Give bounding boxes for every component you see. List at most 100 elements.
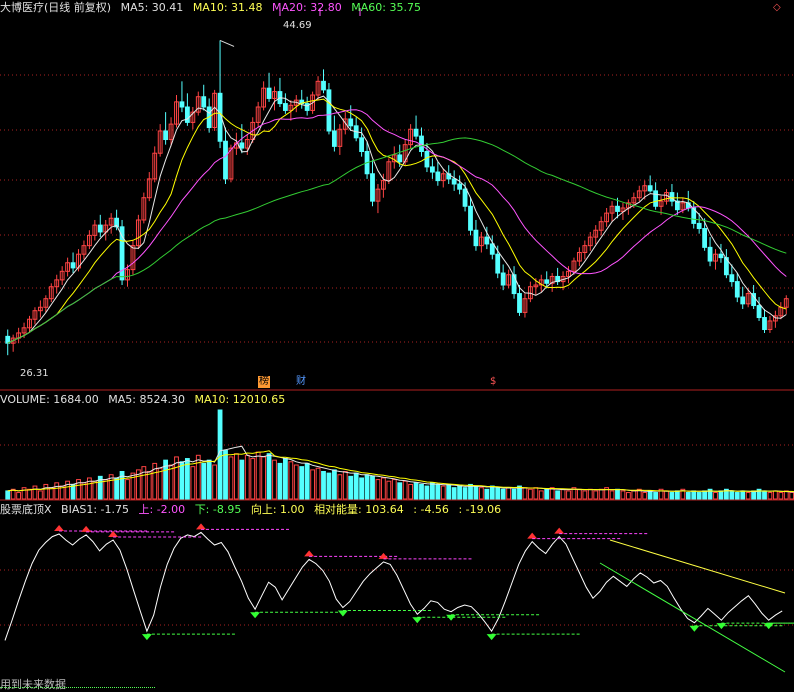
volume-bar: [250, 458, 256, 500]
volume-bar: [315, 467, 321, 500]
volume-bar: [201, 462, 207, 500]
lower-channel-line: [599, 562, 786, 673]
candle-down: [184, 106, 190, 123]
volume-bar: [32, 485, 38, 500]
candle-down: [495, 253, 501, 274]
finance-badge[interactable]: 财: [296, 376, 306, 388]
volume-bar: [141, 466, 147, 500]
volume-bar: [451, 487, 457, 500]
value2-readout: : -19.06: [458, 503, 502, 516]
candle-down: [266, 87, 272, 99]
candle-down: [457, 183, 463, 190]
indicator-title: 股票底顶X: [0, 503, 52, 516]
volume-bar: [168, 464, 174, 500]
volume-bar: [402, 480, 408, 500]
candle-down: [326, 89, 332, 132]
volume-bar: [244, 454, 250, 500]
volume-bar: [762, 490, 767, 500]
volume-bar: [767, 492, 773, 500]
volume-bar: [527, 488, 533, 500]
volume-bar: [620, 490, 626, 500]
bias1-readout: BIAS1: -1.75: [61, 503, 130, 516]
volume-bar: [272, 459, 277, 500]
future-data-note: 用到未来数据: [0, 678, 66, 691]
volume-bar: [647, 490, 653, 500]
volume-bar: [288, 461, 294, 500]
candle-down: [397, 154, 403, 163]
volume-bar: [337, 474, 343, 500]
ma5-line: [7, 95, 787, 344]
volume-bar: [54, 482, 60, 500]
candle-down: [740, 296, 746, 305]
volume-bar: [228, 456, 234, 500]
volume-bar: [114, 477, 120, 500]
top-marker: [196, 523, 206, 530]
top-marker: [304, 550, 315, 557]
volume-bar: [326, 472, 332, 500]
candle-down: [702, 228, 708, 248]
bottom-marker: [337, 610, 348, 617]
candle-down: [729, 274, 735, 283]
volume-bar: [484, 488, 490, 500]
diamond-icon[interactable]: ◇: [773, 2, 781, 14]
volume-bar: [277, 462, 283, 500]
candle-down: [707, 246, 713, 262]
ma20-line: [7, 109, 787, 344]
volume-bar: [631, 490, 637, 500]
volume-bars: [5, 409, 794, 500]
ma60-readout: MA60: 35.75: [351, 1, 421, 14]
volume-bar: [299, 466, 305, 500]
volume-bar: [582, 490, 588, 500]
volume-bar: [413, 482, 419, 500]
volume-bar: [391, 479, 397, 500]
ma10-readout: MA10: 31.48: [192, 1, 263, 14]
candle-down: [321, 80, 326, 91]
volume-bar: [157, 467, 163, 500]
dollar-icon[interactable]: $: [490, 376, 496, 388]
candle-down: [484, 236, 490, 245]
volume-bar: [669, 492, 675, 500]
volume-bar: [310, 469, 316, 500]
volume-bar: [261, 456, 267, 500]
grid-lines: [0, 8, 794, 626]
candle-down: [359, 137, 365, 153]
candle-down: [97, 224, 103, 233]
volume-bar: [223, 449, 228, 500]
volume-bar: [615, 488, 620, 500]
high-price-label: 44.69: [283, 20, 312, 31]
up-readout: 上: -2.00: [138, 503, 186, 516]
candle-down: [500, 272, 506, 286]
volume-bar: [598, 488, 604, 500]
volume-bar: [713, 492, 718, 500]
volume-bar: [103, 479, 109, 500]
volume-bar: [348, 475, 354, 500]
value1-readout: : -4.56: [413, 503, 449, 516]
volume-bar: [266, 453, 272, 500]
volume-bar: [37, 490, 43, 500]
candle-down: [435, 171, 441, 182]
moving-averages: [7, 95, 787, 344]
volume-bar: [65, 480, 71, 500]
volume-bar: [560, 488, 566, 500]
volume-bar: [495, 487, 501, 500]
volume-bar: [506, 487, 512, 500]
volume-bar: [664, 490, 669, 500]
volume-bar: [653, 492, 659, 500]
volume-bar: [239, 459, 245, 500]
candle-down: [223, 140, 228, 180]
volume-bar: [718, 490, 724, 500]
volume-bar: [408, 483, 414, 500]
down-readout: 下: -8.95: [194, 503, 242, 516]
volume-ma10: MA10: 12010.65: [194, 393, 286, 406]
volume-bar: [212, 464, 218, 500]
volume-bar: [745, 492, 751, 500]
top-marker: [527, 532, 538, 539]
volume-bar: [179, 461, 185, 500]
volume-bar: [478, 487, 484, 500]
candle-down: [473, 229, 479, 247]
candle-down: [647, 185, 653, 192]
candle-down: [429, 166, 435, 173]
ranking-badge[interactable]: 榜: [258, 376, 270, 388]
volume-bar: [696, 492, 702, 500]
volume-bar: [206, 459, 212, 500]
